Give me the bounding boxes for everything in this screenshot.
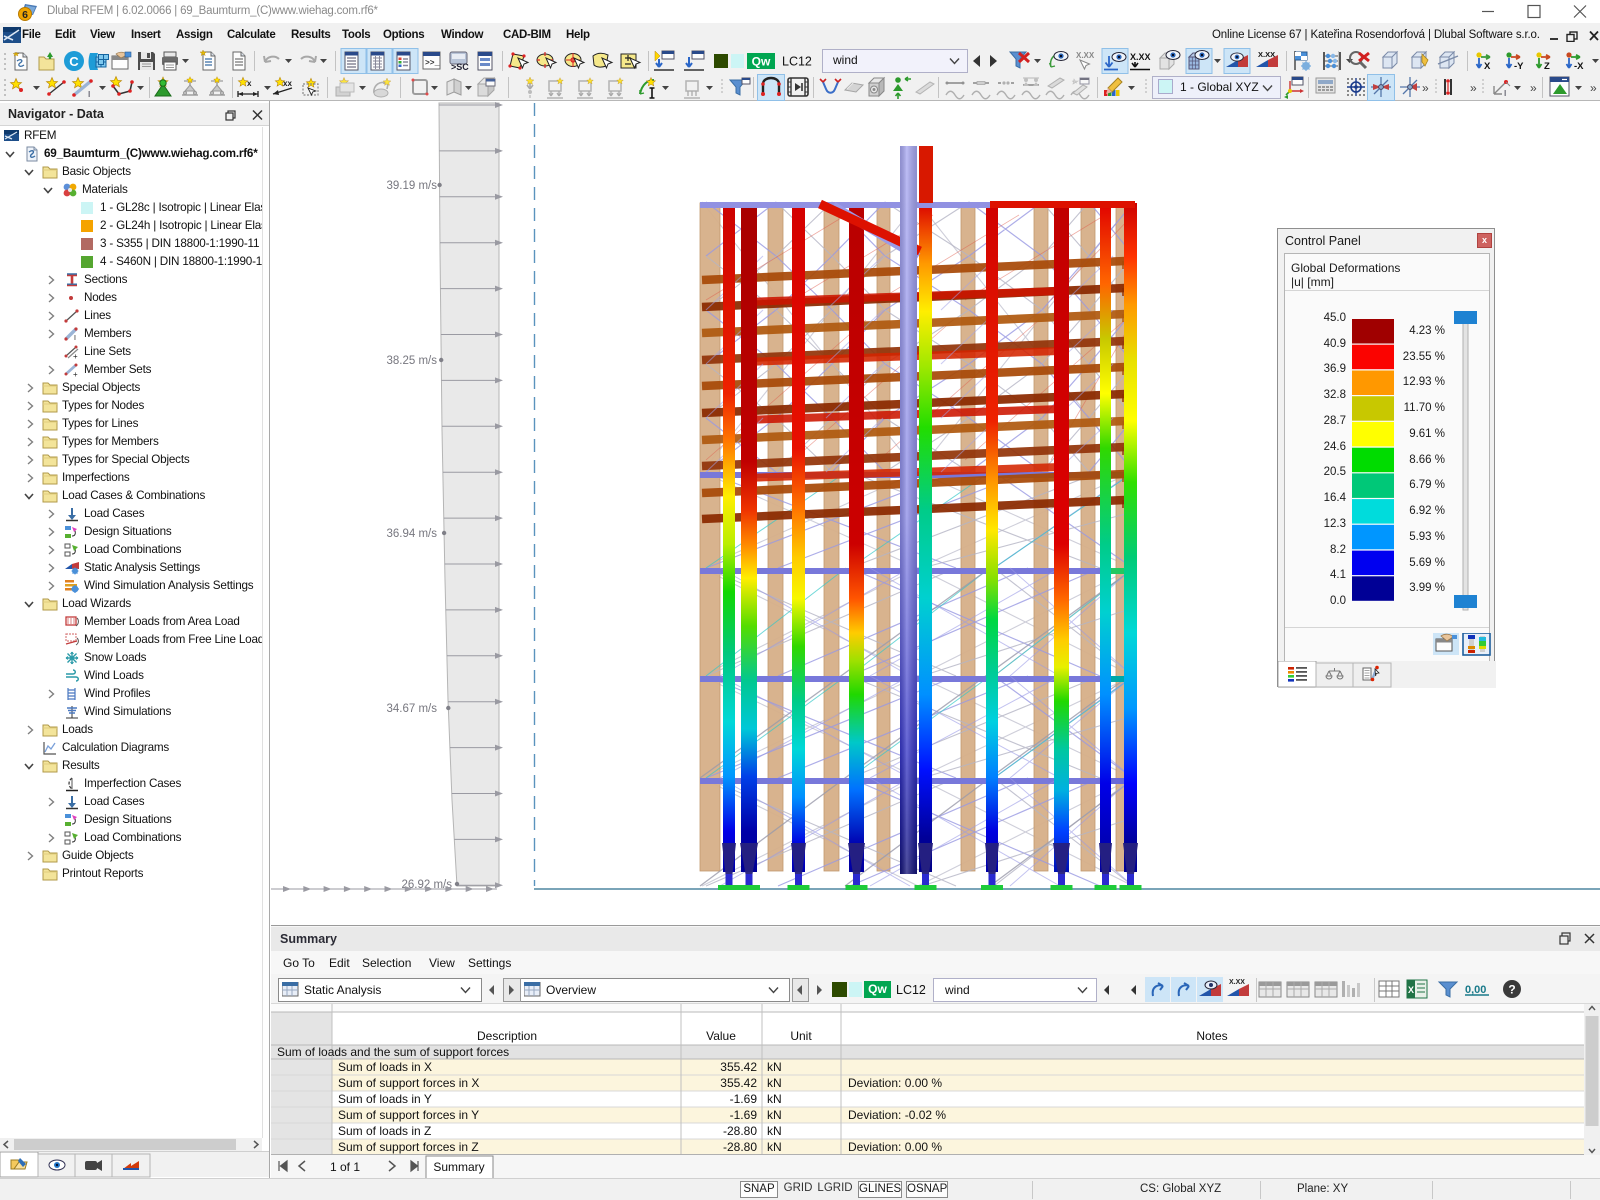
svg-text:>>_: >>_ <box>425 59 440 68</box>
svg-text:34.67 m/s: 34.67 m/s <box>387 703 438 715</box>
svg-text:36.94 m/s: 36.94 m/s <box>387 528 438 540</box>
svg-text:Z: Z <box>1544 61 1550 72</box>
svg-text:I: I <box>1504 89 1506 98</box>
svg-text:Sum of support forces in Y: Sum of support forces in Y <box>338 1108 479 1122</box>
svg-text:Deviation: -0.02 %: Deviation: -0.02 % <box>848 1108 946 1122</box>
svg-text:Deviation: 0.00 %: Deviation: 0.00 % <box>848 1140 942 1154</box>
svg-text:X.XX: X.XX <box>1076 51 1095 60</box>
svg-text:Sum of loads in Y: Sum of loads in Y <box>338 1092 432 1106</box>
svg-text:-Y: -Y <box>1514 61 1524 72</box>
svg-text:Notes: Notes <box>1196 1029 1227 1043</box>
svg-text:>SC: >SC <box>451 62 469 72</box>
svg-text:?: ? <box>1508 983 1515 997</box>
svg-text:Unit: Unit <box>790 1029 812 1043</box>
svg-text:-28.80: -28.80 <box>723 1140 757 1154</box>
svg-text:39.19 m/s: 39.19 m/s <box>387 180 438 192</box>
svg-text:C: C <box>69 54 79 69</box>
svg-text:0,00: 0,00 <box>1465 984 1486 996</box>
svg-text:»: » <box>1470 81 1477 95</box>
svg-text:kN: kN <box>767 1140 782 1154</box>
svg-text:-1.69: -1.69 <box>730 1092 758 1106</box>
svg-text:X.XX: X.XX <box>1258 50 1275 59</box>
svg-text:LC12: LC12 <box>782 55 812 69</box>
svg-text:Sum of support forces in X: Sum of support forces in X <box>338 1076 479 1090</box>
svg-text:-28.80: -28.80 <box>723 1124 757 1138</box>
svg-text:Value: Value <box>706 1029 736 1043</box>
svg-text:Description: Description <box>477 1029 537 1043</box>
svg-text:Sum of loads in X: Sum of loads in X <box>338 1060 432 1074</box>
svg-text:X: X <box>1484 61 1491 72</box>
svg-text:-1.69: -1.69 <box>730 1108 758 1122</box>
svg-text:Sum of loads in Z: Sum of loads in Z <box>338 1124 431 1138</box>
svg-text:I: I <box>74 335 76 342</box>
svg-text:38.25 m/s: 38.25 m/s <box>387 355 438 367</box>
svg-text:+: + <box>73 352 78 360</box>
svg-text:Deviation: 0.00 %: Deviation: 0.00 % <box>848 1076 942 1090</box>
svg-text:kN: kN <box>767 1124 782 1138</box>
svg-text:Summary: Summary <box>433 1160 484 1174</box>
svg-text:kN: kN <box>767 1092 782 1106</box>
svg-text:xx: xx <box>283 79 292 88</box>
svg-text:kN: kN <box>767 1060 782 1074</box>
svg-text:kN: kN <box>767 1076 782 1090</box>
svg-text:X: X <box>1408 985 1414 995</box>
svg-text:-X: -X <box>1574 61 1584 72</box>
svg-text:355.42: 355.42 <box>720 1060 757 1074</box>
svg-text:355.42: 355.42 <box>720 1076 757 1090</box>
svg-text:»: » <box>1590 81 1597 95</box>
svg-text:Sum of loads and the sum of su: Sum of loads and the sum of support forc… <box>277 1045 509 1059</box>
svg-text:6: 6 <box>22 9 28 21</box>
svg-text:+: + <box>73 370 78 378</box>
svg-text:»: » <box>1422 81 1429 95</box>
svg-text:Qw: Qw <box>752 55 771 69</box>
svg-text:X.XX: X.XX <box>1229 979 1245 986</box>
svg-text:»: » <box>1530 81 1537 95</box>
svg-text:x: x <box>247 79 252 88</box>
svg-text:kN: kN <box>767 1108 782 1122</box>
svg-text:Sum of support forces in Z: Sum of support forces in Z <box>338 1140 479 1154</box>
svg-text:I: I <box>88 90 90 99</box>
svg-text:X.XX: X.XX <box>1130 52 1151 62</box>
